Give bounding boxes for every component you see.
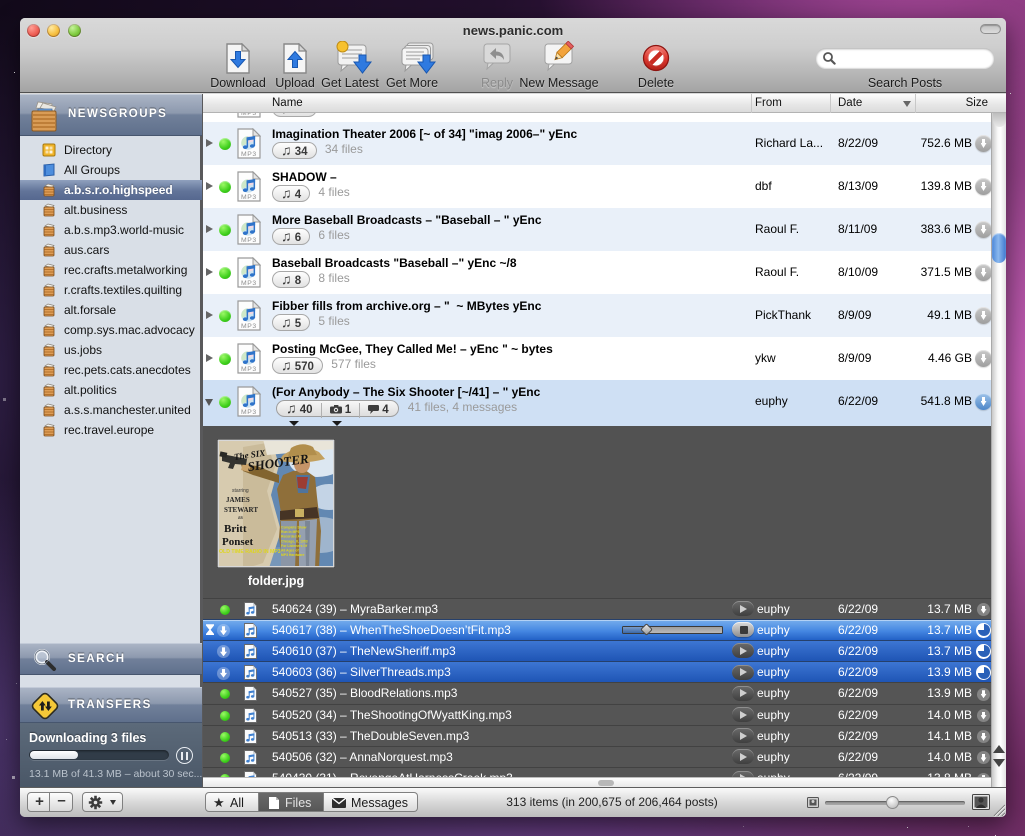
svg-text:as: as — [238, 515, 244, 521]
svg-text:Ponset: Ponset — [222, 536, 254, 548]
svg-text:STEWART: STEWART — [224, 506, 258, 514]
svg-text:starring: starring — [232, 488, 249, 494]
svg-text:JAMES: JAMES — [226, 496, 250, 504]
svg-text:Britt: Britt — [224, 523, 247, 535]
svg-text:Run in MP3: Run in MP3 — [281, 530, 300, 534]
svg-text:MP3 Hardware: MP3 Hardware — [281, 553, 304, 557]
svg-text:OLD TIME RADIO IN MP3: OLD TIME RADIO IN MP3 — [219, 549, 281, 555]
svg-text:Chicago, IL 1953: Chicago, IL 1953 — [281, 539, 308, 543]
svg-text:Complete Show: Complete Show — [281, 526, 307, 530]
svg-text:All Ages of: All Ages of — [281, 549, 299, 553]
svg-text:Recorded At: Recorded At — [281, 535, 302, 539]
svg-text:For Listeners Of: For Listeners Of — [281, 544, 308, 548]
